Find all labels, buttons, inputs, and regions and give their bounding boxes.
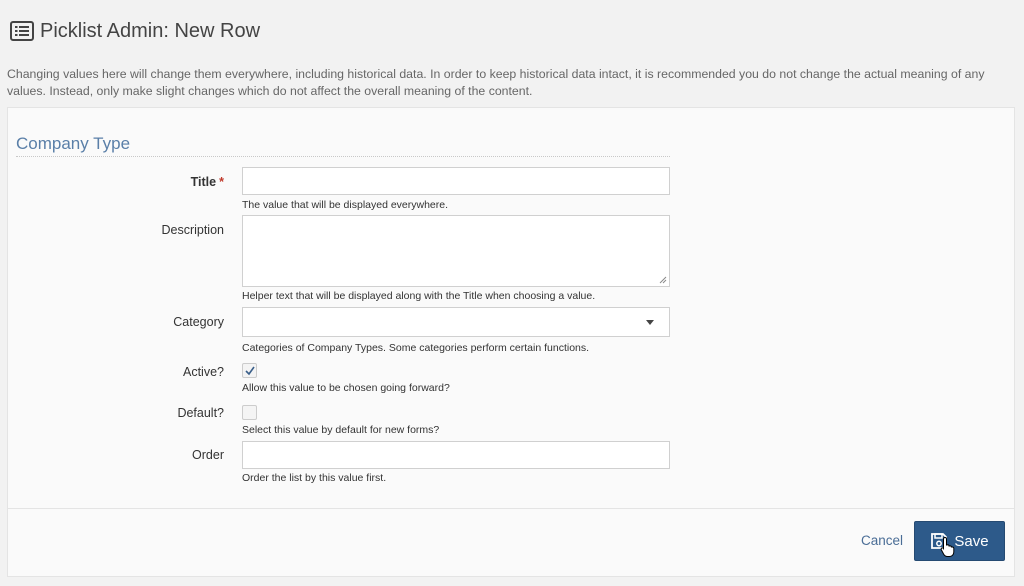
order-help: Order the list by this value first.: [242, 472, 387, 484]
category-help: Categories of Company Types. Some catego…: [242, 342, 590, 354]
default-checkbox[interactable]: [242, 405, 257, 420]
list-alt-icon: [10, 21, 34, 41]
resize-grip-icon[interactable]: [659, 276, 667, 284]
hand-pointer-icon: [940, 536, 955, 557]
warning-notice: Changing values here will change them ev…: [7, 67, 985, 98]
page-header: Picklist Admin: New Row: [10, 16, 260, 46]
caret-down-icon: [646, 320, 654, 325]
title-label: Title *: [191, 175, 224, 189]
default-label: Default?: [177, 406, 224, 420]
description-textarea[interactable]: [242, 215, 670, 287]
title-help: The value that will be displayed everywh…: [242, 199, 449, 211]
active-checkbox[interactable]: [242, 363, 257, 378]
title-label-text: Title: [190, 175, 217, 189]
description-label: Description: [161, 223, 224, 237]
save-button[interactable]: Save: [914, 521, 1005, 561]
category-select[interactable]: [242, 307, 670, 337]
active-label: Active?: [183, 365, 224, 379]
category-label: Category: [173, 315, 224, 329]
default-help: Select this value by default for new for…: [242, 424, 440, 436]
active-help: Allow this value to be chosen going forw…: [242, 382, 450, 394]
checkmark-icon: [245, 366, 255, 376]
form-panel: Company Type Title * The value that will …: [7, 107, 1015, 577]
footer-divider: [8, 508, 1014, 509]
save-label: Save: [954, 532, 989, 550]
required-marker: *: [219, 175, 224, 189]
order-input[interactable]: [242, 441, 670, 469]
order-label: Order: [192, 448, 224, 462]
title-input[interactable]: [242, 167, 670, 195]
cancel-link[interactable]: Cancel: [861, 533, 903, 548]
section-title: Company Type: [16, 134, 670, 157]
description-help: Helper text that will be displayed along…: [242, 290, 596, 302]
page-title: Picklist Admin: New Row: [40, 19, 261, 42]
